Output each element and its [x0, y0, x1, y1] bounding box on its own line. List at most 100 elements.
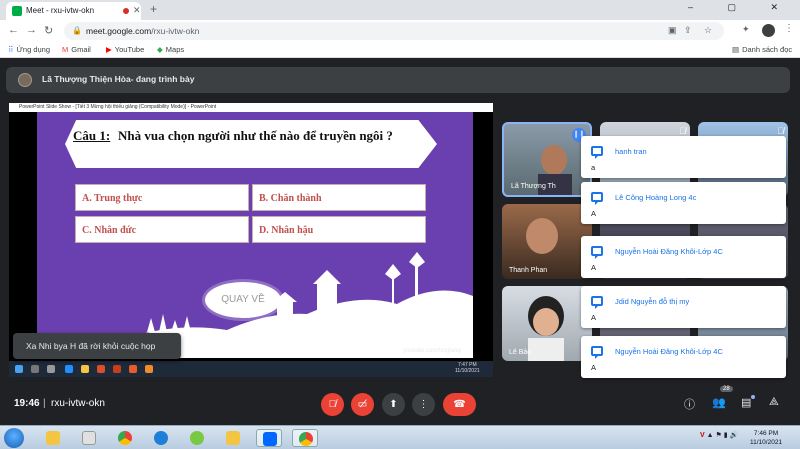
chat-notification[interactable]: Jdid Nguyễn đỗ thị my A — [581, 286, 786, 328]
taskbar-media[interactable] — [76, 429, 102, 447]
meeting-code: rxu-ivtw-okn — [51, 398, 105, 409]
profile-avatar[interactable] — [762, 24, 775, 37]
taskbar-chrome-active[interactable] — [292, 429, 318, 447]
new-tab-button[interactable]: + — [150, 2, 157, 16]
bookmark-gmail[interactable]: M Gmail — [62, 45, 91, 54]
question-text: Nhà vua chọn người như thế nào để truyền… — [118, 128, 393, 143]
folder-icon — [46, 431, 60, 445]
bookmark-label: YouTube — [114, 45, 145, 54]
tab-title: Meet - rxu-ivtw-okn — [26, 6, 95, 15]
browser-tab-bar: Meet - rxu-ivtw-okn ✕ + – ▢ ✕ — [0, 0, 800, 20]
url-omnibox[interactable]: 🔒 meet.google.com/rxu-ivtw-okn ▣ ⇪ ☆ — [64, 22, 724, 40]
extension-icon[interactable]: ✦ — [742, 24, 750, 35]
back-arrow-icon[interactable]: ← — [8, 24, 19, 36]
taskbar-chrome[interactable] — [112, 429, 138, 447]
system-time: 7:46 PM — [753, 430, 779, 437]
chat-icon — [591, 346, 603, 359]
chat-icon[interactable]: ▤ — [741, 396, 751, 409]
url-host: meet.google.com — [86, 26, 152, 36]
participant-tile[interactable]: Thanh Phan — [502, 204, 592, 279]
bookmark-label: Maps — [165, 45, 185, 54]
mic-off-icon: 🎙̸ — [679, 126, 686, 136]
browser-tab[interactable]: Meet - rxu-ivtw-okn ✕ — [6, 2, 141, 20]
bookmark-maps[interactable]: ◆ Maps — [157, 45, 184, 54]
taskbar-ie[interactable] — [148, 429, 174, 447]
forward-arrow-icon[interactable]: → — [26, 24, 37, 36]
chat-icon — [591, 246, 603, 259]
presenter-bar: Lã Thượng Thiện Hòa- đang trình bày — [6, 67, 790, 93]
url-text[interactable]: meet.google.com/rxu-ivtw-okn — [86, 26, 199, 36]
search-icon — [31, 365, 39, 373]
shared-screen-taskbar: 7:47 PM 11/10/2021 — [9, 361, 493, 377]
tab-close-icon[interactable]: ✕ — [133, 5, 141, 16]
system-clock[interactable]: 7:46 PM 11/10/2021 — [750, 429, 782, 447]
tray-v-icon: V — [700, 432, 705, 439]
participant-name: Lã Thượng Th — [511, 183, 556, 190]
meeting-clock: 19:46 — [14, 398, 40, 409]
chat-message: A — [591, 263, 597, 272]
reading-list[interactable]: ▤ Danh sách đọc — [732, 45, 792, 54]
ie-icon — [154, 431, 168, 445]
participant-left-toast: Xa Nhi bya H đã rời khỏi cuộc họp — [13, 333, 181, 359]
camera-in-use-icon[interactable]: ▣ — [668, 25, 677, 36]
reading-list-label: Danh sách đọc — [742, 45, 793, 54]
recording-indicator-icon — [123, 8, 129, 14]
more-options-button[interactable]: ⋮ — [412, 393, 435, 416]
taskbar-folder[interactable] — [220, 429, 246, 447]
bookmarks-bar: ⠿ Ứng dụng M Gmail ▶ YouTube ◆ Maps ▤ Danh sá… — [0, 42, 800, 58]
meeting-details-icon[interactable]: ⓘ — [684, 396, 695, 412]
chat-message: a — [591, 163, 596, 172]
share-icon[interactable]: ⇪ — [684, 25, 692, 36]
taskbar-zalo[interactable] — [256, 429, 282, 447]
taskbar-app[interactable] — [184, 429, 210, 447]
answer-b[interactable]: B. Chăn thành — [252, 184, 426, 211]
start-button[interactable] — [4, 428, 24, 448]
windows-taskbar: V ▲ ⚑ ▮ 🔊 7:46 PM 11/10/2021 — [0, 425, 800, 449]
mic-off-button[interactable]: 🎙̸ — [321, 393, 344, 416]
camera-off-button[interactable]: ▭̸ — [351, 393, 374, 416]
back-button[interactable]: QUAY VỀ — [205, 282, 281, 318]
participant-tile[interactable]: Lê Bảo — [502, 286, 592, 361]
taskbar-explorer[interactable] — [40, 429, 66, 447]
url-path: /rxu-ivtw-okn — [151, 26, 200, 36]
task-view-icon — [47, 365, 55, 373]
answer-d[interactable]: D. Nhân hậu — [252, 216, 426, 243]
presenter-label: Lã Thượng Thiện Hòa- đang trình bày — [42, 74, 195, 84]
participant-count-badge: 28 — [720, 386, 733, 392]
unread-dot — [751, 395, 755, 399]
chrome-menu-icon[interactable]: ⋮ — [784, 23, 794, 34]
start-icon — [15, 365, 23, 373]
app-icon — [190, 431, 204, 445]
gmail-icon: M — [62, 45, 69, 54]
media-player-icon — [82, 431, 96, 445]
bookmark-star-icon[interactable]: ☆ — [704, 25, 712, 36]
present-button[interactable]: ⬆ — [382, 393, 405, 416]
system-tray[interactable]: V ▲ ⚑ ▮ 🔊 — [700, 431, 738, 439]
chat-notification[interactable]: Nguyễn Hoài Đăng Khôi-Lớp 4C A — [581, 336, 786, 378]
bookmark-apps[interactable]: ⠿ Ứng dụng — [8, 45, 50, 54]
zalo-icon — [263, 432, 277, 446]
chat-message: A — [591, 313, 597, 322]
system-date: 11/10/2021 — [750, 439, 783, 446]
chat-notification[interactable]: Nguyễn Hoài Đăng Khôi-Lớp 4C A — [581, 236, 786, 278]
youtube-icon: ▶ — [106, 45, 112, 54]
address-toolbar: ← → ↻ 🔒 meet.google.com/rxu-ivtw-okn ▣ ⇪… — [0, 20, 800, 42]
people-icon[interactable]: 👥 — [712, 396, 726, 409]
powerpoint-icon — [113, 365, 121, 373]
bookmark-youtube[interactable]: ▶ YouTube — [106, 45, 144, 54]
chat-notification[interactable]: Lê Công Hoàng Long 4c A — [581, 182, 786, 224]
chat-sender: Jdid Nguyễn đỗ thị my — [615, 297, 690, 306]
participant-tile[interactable]: ❙❙ Lã Thượng Th — [502, 122, 592, 197]
activities-icon[interactable]: ⟁ — [769, 396, 779, 409]
leave-call-button[interactable]: ☎ — [443, 393, 476, 416]
chat-sender: Lê Công Hoàng Long 4c — [615, 193, 697, 202]
window-controls[interactable]: – ▢ ✕ — [688, 2, 794, 13]
chat-icon — [591, 192, 603, 205]
reload-icon[interactable]: ↻ — [44, 24, 53, 37]
chat-sender: Nguyễn Hoài Đăng Khôi-Lớp 4C — [615, 247, 723, 256]
chrome-icon — [118, 431, 132, 445]
answer-c[interactable]: C. Nhân đức — [75, 216, 249, 243]
answer-a[interactable]: A. Trung thực — [75, 184, 249, 211]
chat-notification[interactable]: hanh tran a — [581, 136, 786, 178]
chat-icon — [591, 146, 603, 159]
